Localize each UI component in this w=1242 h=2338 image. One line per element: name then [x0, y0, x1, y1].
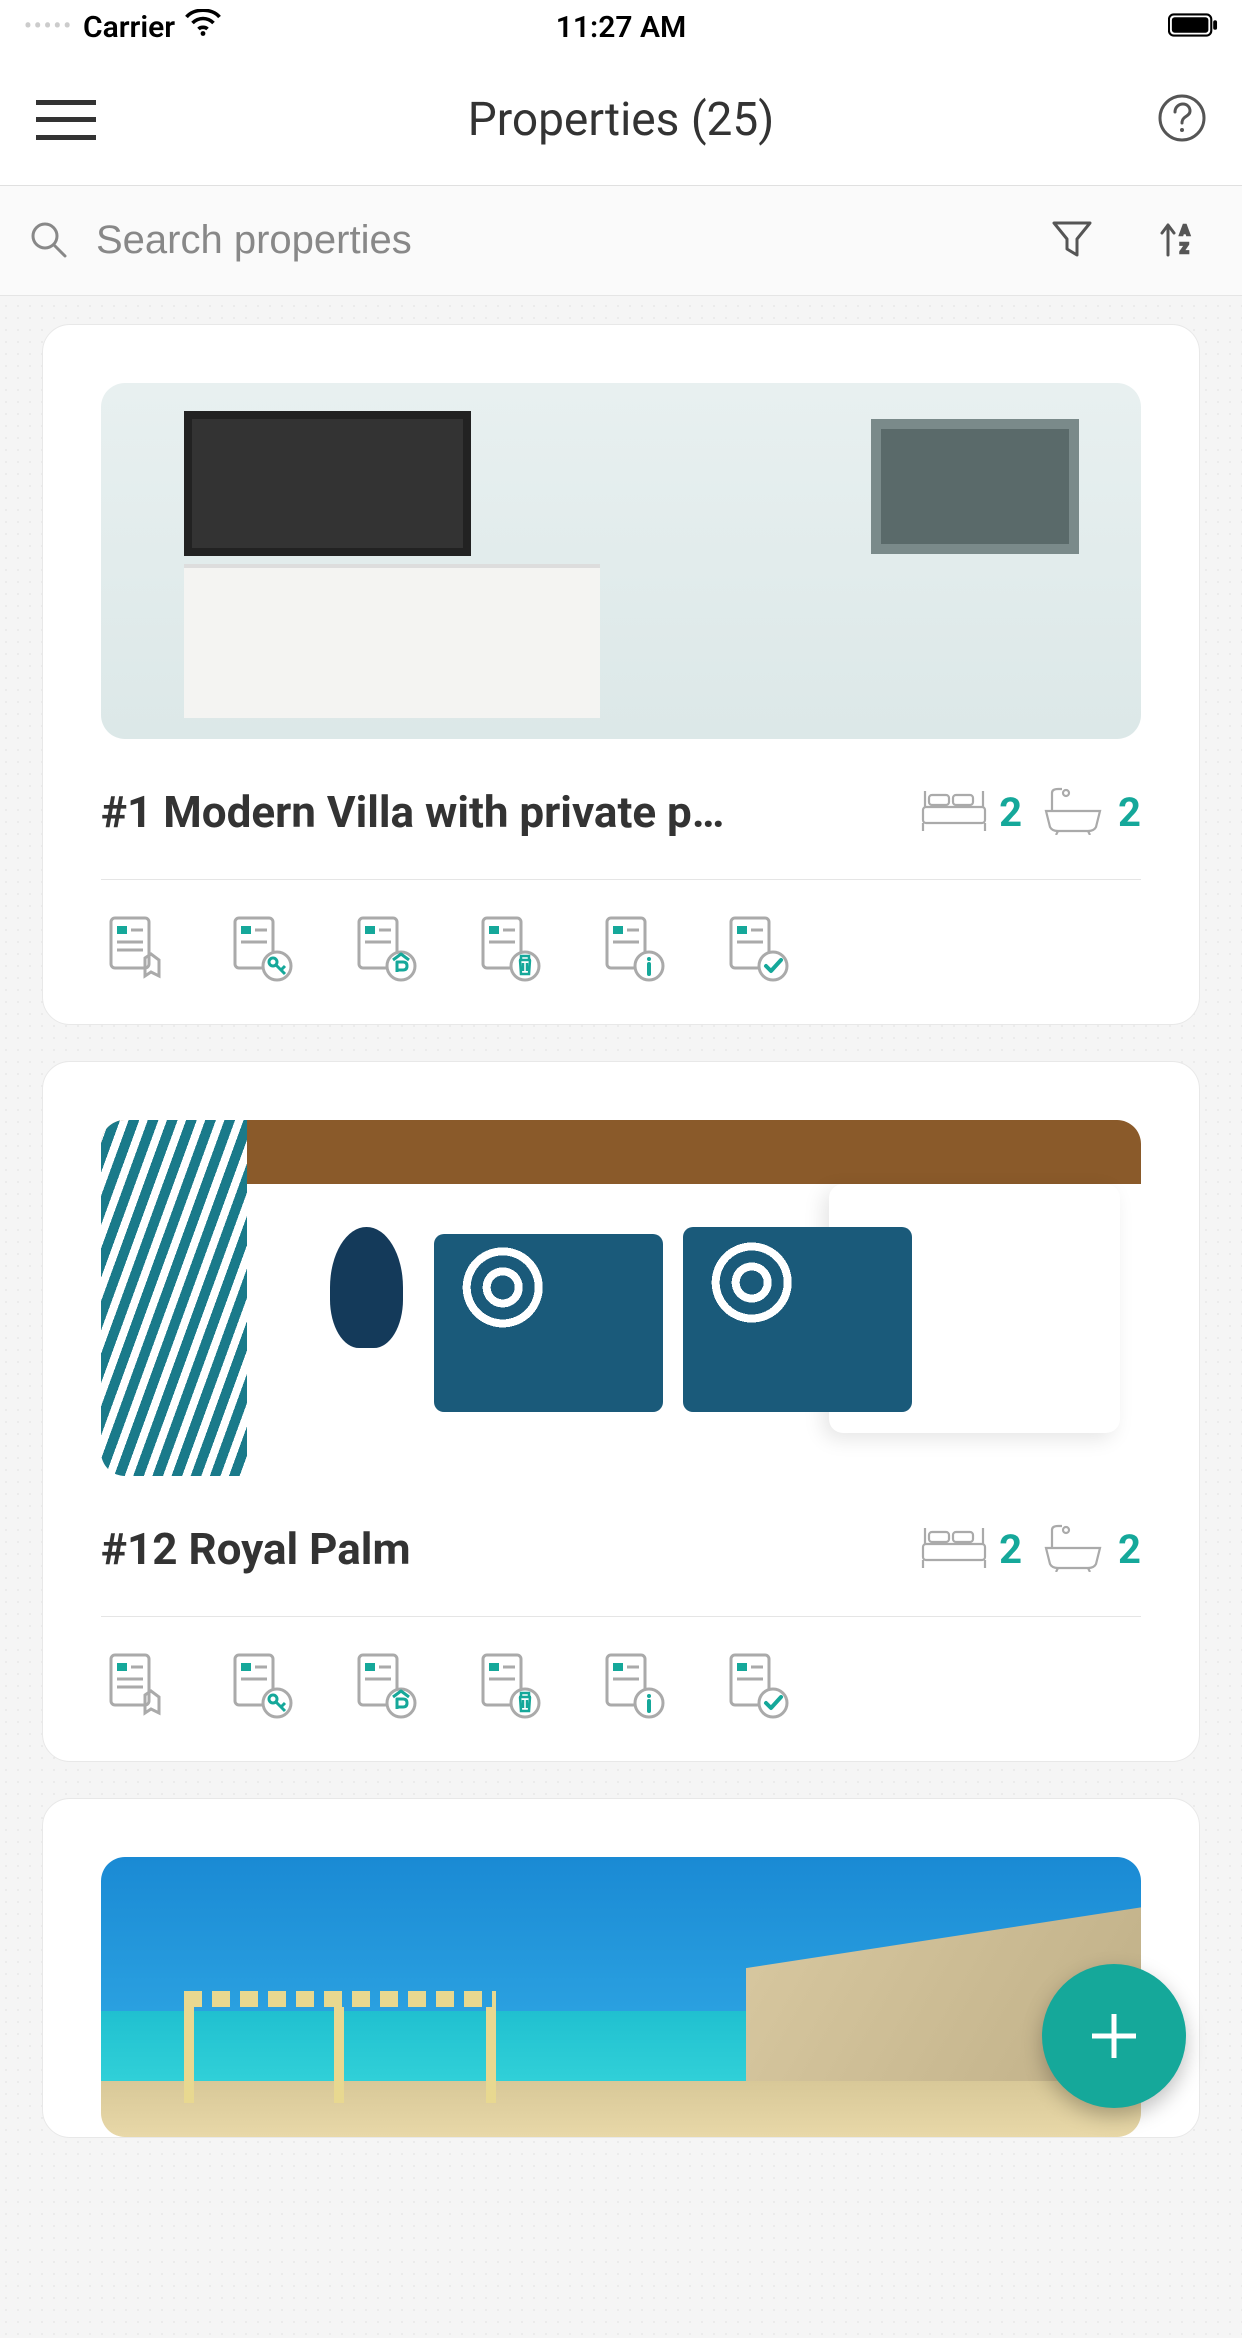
search-bar: AZ	[0, 186, 1242, 296]
checklist-key-icon[interactable]	[225, 910, 299, 984]
checklist-trash-icon[interactable]	[473, 910, 547, 984]
property-card[interactable]: #12 Royal Palm 2 2	[42, 1061, 1200, 1762]
property-card[interactable]: #1 Modern Villa with private p… 2 2	[42, 324, 1200, 1025]
property-image	[101, 1120, 1141, 1476]
property-image	[101, 383, 1141, 739]
divider	[101, 1616, 1141, 1617]
checklist-tap-icon[interactable]	[101, 910, 175, 984]
search-input[interactable]	[96, 218, 1006, 263]
bedroom-stat: 2	[919, 785, 1022, 839]
help-icon[interactable]	[1158, 94, 1206, 146]
checklist-parking-icon[interactable]	[349, 1647, 423, 1721]
bed-icon	[919, 1522, 989, 1576]
bathroom-count: 2	[1118, 789, 1141, 836]
card-actions	[101, 910, 1141, 984]
property-card[interactable]	[42, 1798, 1200, 2138]
status-bar: ••••• Carrier 11:27 AM	[0, 0, 1242, 54]
bathroom-count: 2	[1118, 1526, 1141, 1573]
card-actions	[101, 1647, 1141, 1721]
checklist-key-icon[interactable]	[225, 1647, 299, 1721]
signal-dots: •••••	[24, 16, 73, 38]
checklist-check-icon[interactable]	[721, 910, 795, 984]
divider	[101, 879, 1141, 880]
checklist-check-icon[interactable]	[721, 1647, 795, 1721]
bedroom-count: 2	[999, 789, 1022, 836]
property-image	[101, 1857, 1141, 2137]
wifi-icon	[185, 9, 221, 45]
battery-icon	[1168, 10, 1218, 45]
bathroom-stat: 2	[1038, 785, 1141, 839]
checklist-info-icon[interactable]	[597, 1647, 671, 1721]
page-title: Properties (25)	[468, 93, 775, 147]
checklist-info-icon[interactable]	[597, 910, 671, 984]
bathroom-stat: 2	[1038, 1522, 1141, 1576]
svg-text:Z: Z	[1180, 241, 1189, 257]
property-title: #12 Royal Palm	[101, 1523, 903, 1575]
add-property-button[interactable]	[1042, 1964, 1186, 2108]
search-icon	[28, 219, 68, 263]
checklist-trash-icon[interactable]	[473, 1647, 547, 1721]
bath-icon	[1038, 1522, 1108, 1576]
carrier-label: Carrier	[83, 10, 175, 45]
property-title: #1 Modern Villa with private p…	[101, 786, 903, 838]
bath-icon	[1038, 785, 1108, 839]
checklist-parking-icon[interactable]	[349, 910, 423, 984]
svg-text:A: A	[1180, 223, 1190, 239]
bed-icon	[919, 785, 989, 839]
sort-icon[interactable]: AZ	[1138, 217, 1214, 265]
checklist-tap-icon[interactable]	[101, 1647, 175, 1721]
filter-icon[interactable]	[1034, 217, 1110, 265]
bedroom-stat: 2	[919, 1522, 1022, 1576]
app-header: Properties (25)	[0, 54, 1242, 186]
bedroom-count: 2	[999, 1526, 1022, 1573]
menu-icon[interactable]	[36, 100, 96, 140]
status-time: 11:27 AM	[556, 10, 686, 45]
